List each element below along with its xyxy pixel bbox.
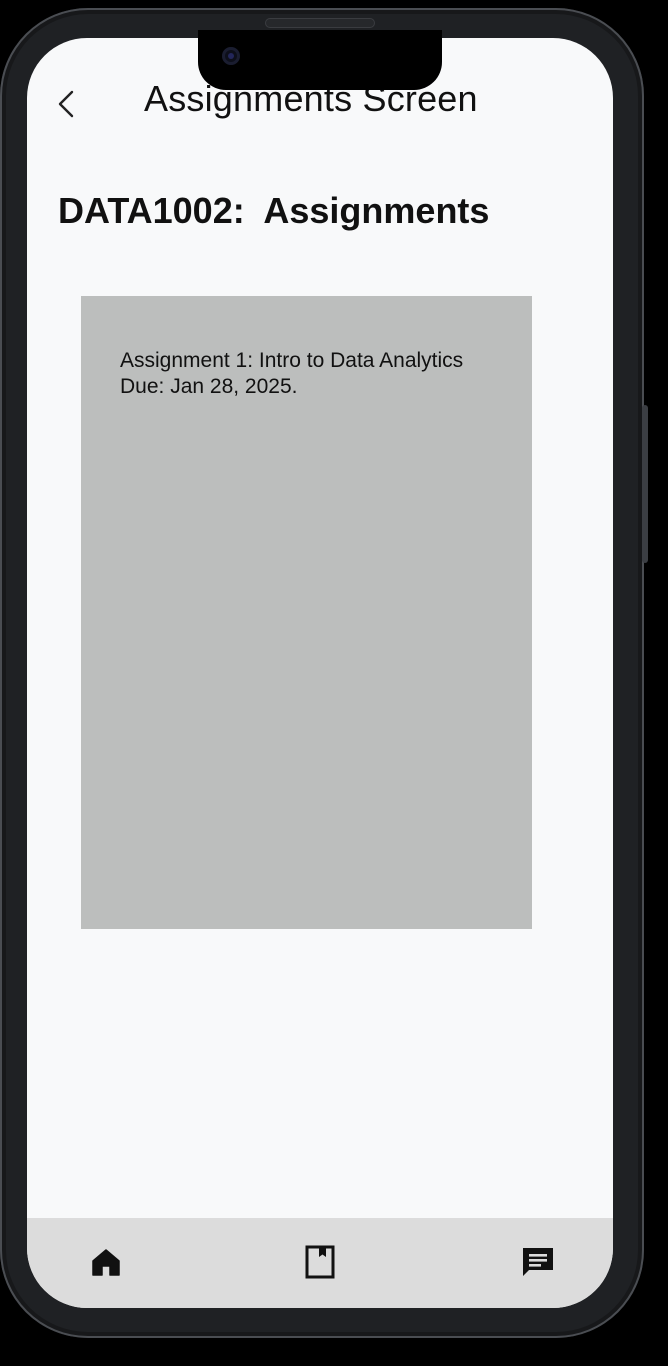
phone-side-button [642,405,648,563]
bookmark-book-icon [305,1245,335,1279]
app-screen: Assignments Screen DATA1002: Assignments… [27,38,613,1308]
assignment-card[interactable]: Assignment 1: Intro to Data Analytics Du… [81,296,532,929]
nav-bookmark-button[interactable] [302,1244,338,1280]
nav-home-button[interactable] [88,1244,124,1280]
assignment-due-date: Due: Jan 28, 2025. [120,375,298,398]
chevron-left-icon [58,90,74,118]
page-title: DATA1002: Assignments [58,190,490,231]
back-button[interactable] [53,86,83,122]
message-icon [523,1248,553,1276]
bottom-nav [27,1218,613,1308]
front-camera [222,47,240,65]
assignment-name: Assignment 1: Intro to Data Analytics [120,349,464,372]
phone-speaker [265,18,375,28]
home-icon [92,1249,120,1276]
assignment-details: Assignment 1: Intro to Data Analytics Du… [120,348,463,400]
nav-messages-button[interactable] [520,1244,556,1280]
